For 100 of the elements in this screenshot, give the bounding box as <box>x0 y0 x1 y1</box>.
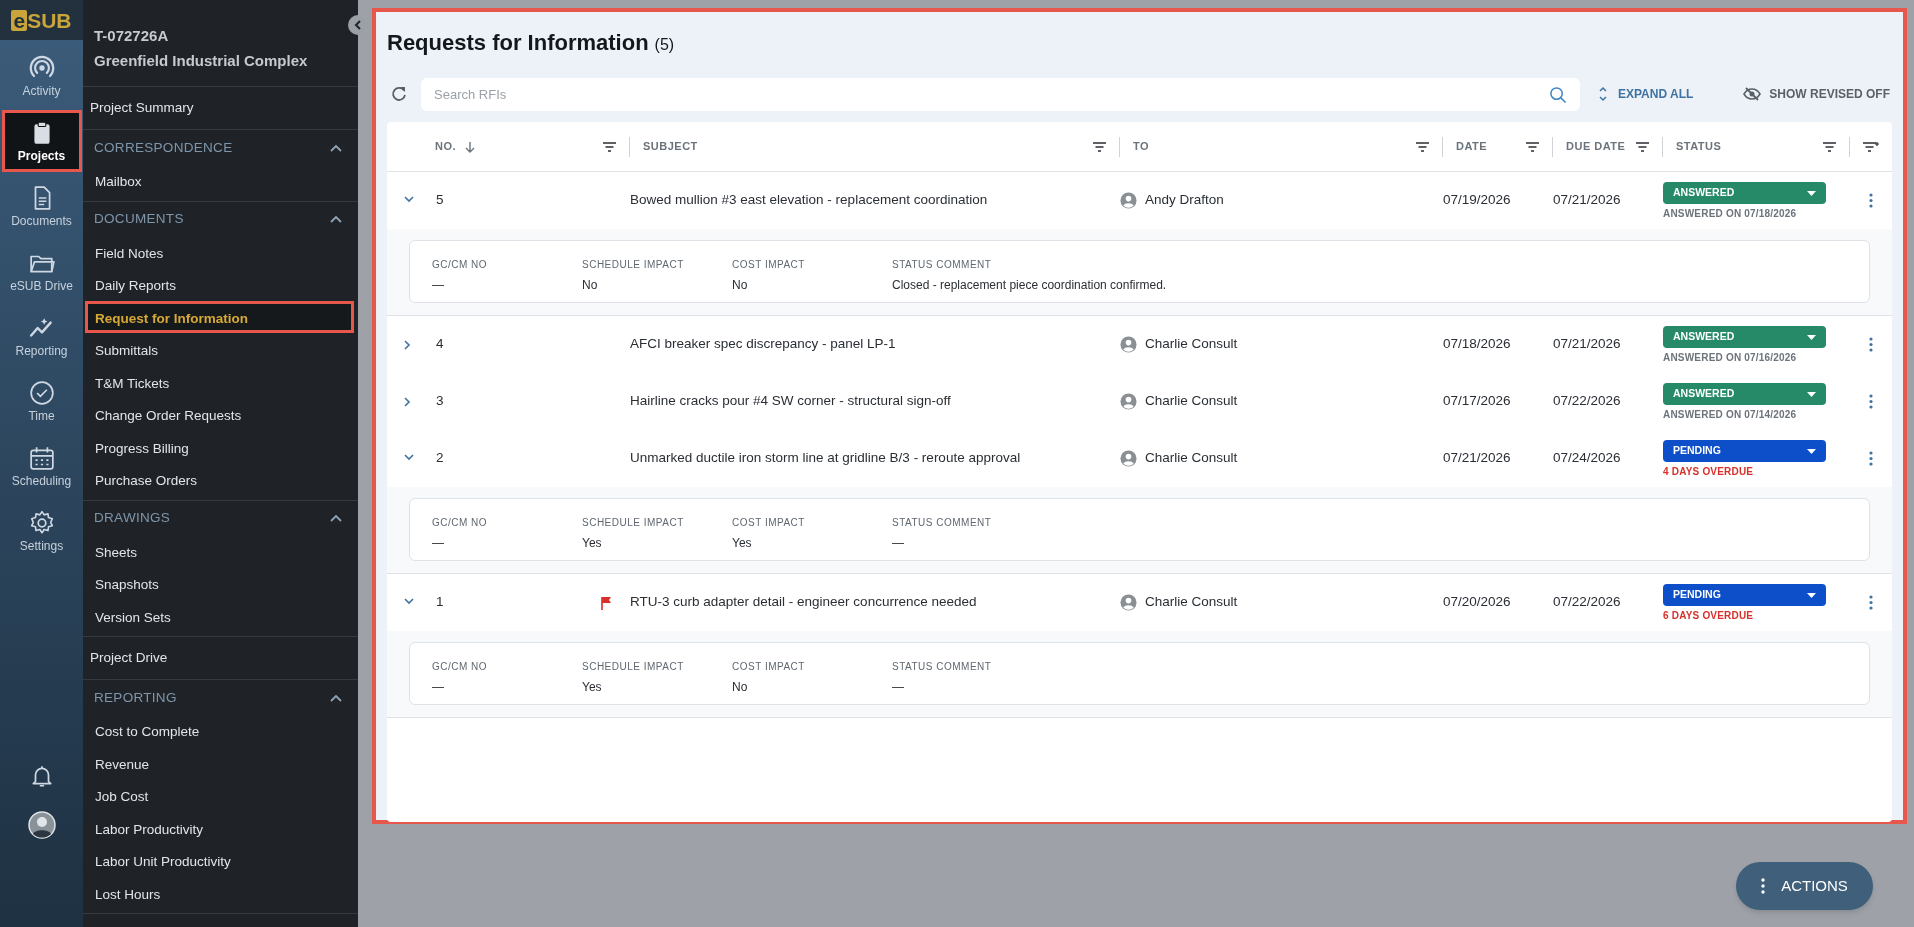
recipient-name: Andy Drafton <box>1145 191 1224 210</box>
more-icon[interactable] <box>1869 337 1873 352</box>
chevron-up-icon <box>330 693 342 703</box>
detail-value: Yes <box>732 535 753 552</box>
section-header[interactable]: REPORTING <box>83 682 358 714</box>
detail-value: — <box>892 535 905 552</box>
recipient-name: Charlie Consult <box>1145 593 1238 612</box>
person-icon <box>1120 336 1137 353</box>
detail-label: GC/CM NO <box>432 660 489 674</box>
filter-icon[interactable] <box>1635 140 1650 153</box>
rail-item[interactable]: eSUB Drive <box>1 240 82 302</box>
more-icon[interactable] <box>1869 595 1873 610</box>
sidebar-link[interactable]: Project Summary <box>83 90 358 126</box>
more-icon[interactable] <box>1869 394 1873 409</box>
status-dropdown[interactable]: ANSWERED <box>1663 383 1826 405</box>
sidebar-link[interactable]: Change Order Requests <box>85 398 354 431</box>
filter-icon[interactable] <box>602 140 617 153</box>
more-icon[interactable] <box>1869 451 1873 466</box>
refresh-icon <box>390 85 408 103</box>
rail-item[interactable]: Activity <box>1 45 82 107</box>
due-date-cell-text: 07/22/2026 <box>1553 392 1622 411</box>
status-dropdown[interactable]: PENDING <box>1663 440 1826 462</box>
more-icon <box>1761 878 1766 894</box>
record-count: (5) <box>654 35 675 55</box>
section-header[interactable]: DRAWINGS <box>83 502 358 535</box>
calendar-icon <box>28 445 55 471</box>
person-icon <box>1120 192 1137 209</box>
sidebar-link[interactable]: Cost to Complete <box>85 714 354 747</box>
sidebar-link[interactable]: Project Drive <box>83 640 358 676</box>
more-icon[interactable] <box>1869 193 1873 208</box>
detail-value: No <box>732 679 749 696</box>
due-date-cell-text: 07/22/2026 <box>1553 593 1622 612</box>
number-cell-text: 5 <box>435 191 445 210</box>
search-field[interactable]: Search RFIs <box>421 77 1580 111</box>
status-dropdown[interactable]: ANSWERED <box>1663 326 1826 348</box>
sidebar-link[interactable]: Revenue <box>85 746 354 779</box>
status-dropdown[interactable]: PENDING <box>1663 584 1826 606</box>
detail-label: SCHEDULE IMPACT <box>582 258 685 272</box>
detail-label: GC/CM NO <box>432 516 489 530</box>
rail-item[interactable]: Documents <box>1 175 82 237</box>
sidebar-link[interactable]: Labor Productivity <box>85 811 354 844</box>
rail-item[interactable]: Projects <box>1 110 82 172</box>
sidebar-link[interactable]: Snapshots <box>85 567 354 600</box>
sidebar-link[interactable]: Job Cost <box>85 779 354 812</box>
number-cell-text: 4 <box>435 335 445 354</box>
search-icon <box>1548 85 1567 104</box>
status-dropdown[interactable]: ANSWERED <box>1663 182 1826 204</box>
due-date-cell-text: 07/21/2026 <box>1553 335 1622 354</box>
section-header[interactable]: DOCUMENTS <box>83 203 358 236</box>
sidebar-link[interactable]: Purchase Orders <box>85 463 354 496</box>
filter-icon[interactable] <box>1525 140 1540 153</box>
sidebar-link[interactable]: Request for Information <box>85 300 354 333</box>
section-header[interactable]: CORRESPONDENCE <box>83 132 358 164</box>
subject-cell-text: Bowed mullion #3 east elevation - replacement coordination <box>630 191 989 210</box>
filter-icon[interactable] <box>1822 140 1837 153</box>
detail-label: GC/CM NO <box>432 258 489 272</box>
collapse-button[interactable] <box>348 15 368 35</box>
subject-cell-text: AFCI breaker spec discrepancy - panel LP-1 <box>630 335 897 354</box>
column-header[interactable]: SUBJECT <box>643 138 698 155</box>
column-header[interactable]: STATUS <box>1676 138 1722 155</box>
expand-icon <box>1597 86 1608 102</box>
subject-cell-text: Hairline cracks pour #4 SW corner - structural sign-off <box>630 392 952 411</box>
chevron-up-icon <box>330 514 342 523</box>
show-revised-toggle[interactable]: SHOW REVISED OFF <box>1743 85 1890 103</box>
filter-add-icon[interactable] <box>1862 140 1880 153</box>
sidebar-link[interactable]: Submittals <box>85 333 354 366</box>
recipient-name: Charlie Consult <box>1145 335 1238 354</box>
avatar[interactable] <box>27 811 56 839</box>
expand-all-button[interactable]: EXPAND ALL <box>1597 85 1694 103</box>
number-cell-text: 3 <box>435 392 445 411</box>
settings-icon <box>28 510 55 536</box>
sidebar-link[interactable]: Labor Unit Productivity <box>85 844 354 877</box>
sidebar-link[interactable]: Mailbox <box>85 164 354 197</box>
rail-item[interactable]: Time <box>1 370 82 432</box>
actions-button[interactable]: ACTIONS <box>1736 862 1873 910</box>
due-date-cell-text: 07/24/2026 <box>1553 449 1622 468</box>
column-header[interactable]: DATE <box>1456 138 1488 155</box>
sidebar-link[interactable]: Field Notes <box>85 235 354 268</box>
detail-value: Yes <box>582 535 603 552</box>
caret-icon <box>1807 391 1816 397</box>
detail-label: COST IMPACT <box>732 660 806 674</box>
detail-value: No <box>582 277 599 294</box>
filter-icon[interactable] <box>1415 140 1430 153</box>
column-header[interactable]: NO. <box>435 138 477 155</box>
column-header[interactable]: TO <box>1133 138 1150 155</box>
detail-value: No <box>732 277 749 294</box>
status-note: ANSWERED ON 07/18/2026 <box>1663 207 1798 221</box>
sidebar-link[interactable]: Daily Reports <box>85 268 354 301</box>
filter-icon[interactable] <box>1092 140 1107 153</box>
detail-value: — <box>432 535 445 552</box>
sidebar-link[interactable]: Lost Hours <box>85 876 354 909</box>
rail-item[interactable]: Scheduling <box>1 435 82 497</box>
rail-item[interactable]: Reporting <box>1 305 82 367</box>
sidebar-link[interactable]: T&M Tickets <box>85 365 354 398</box>
sidebar-link[interactable]: Version Sets <box>85 599 354 632</box>
column-header[interactable]: DUE DATE <box>1566 138 1626 155</box>
rail-item[interactable]: Settings <box>1 500 82 562</box>
date-cell-text: 07/21/2026 <box>1443 449 1512 468</box>
sidebar-link[interactable]: Sheets <box>85 534 354 567</box>
sidebar-link[interactable]: Progress Billing <box>85 430 354 463</box>
